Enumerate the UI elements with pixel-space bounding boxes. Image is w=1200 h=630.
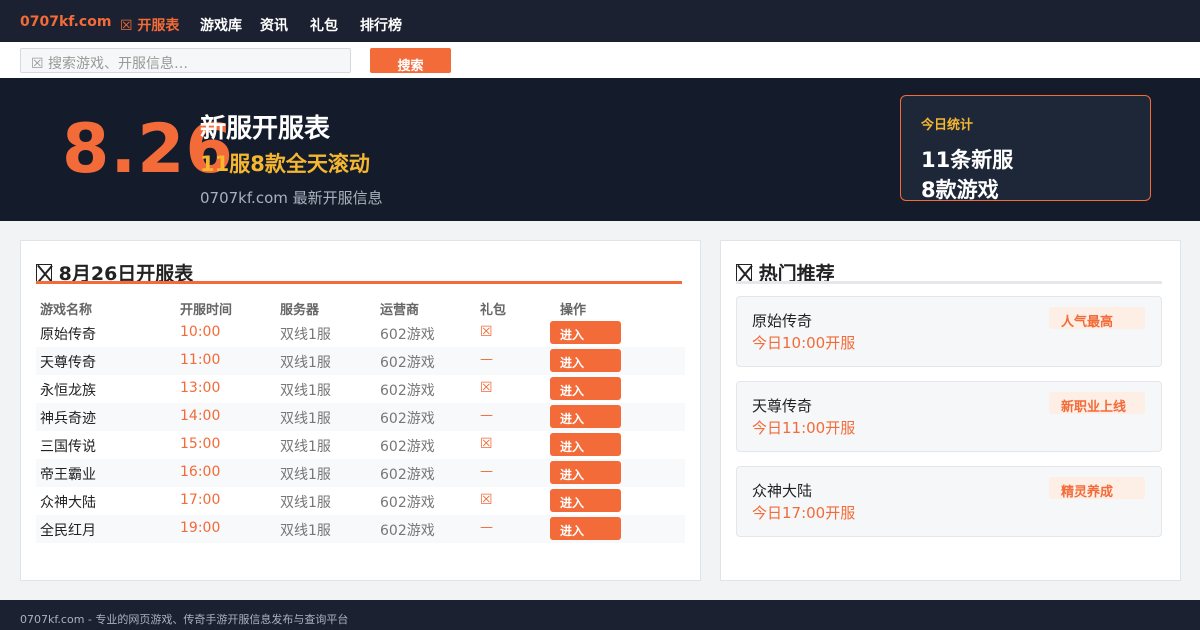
open-time: 11:00	[180, 352, 221, 368]
nav-item-gifts[interactable]: 礼包	[310, 15, 338, 35]
operator-name: 602游戏	[380, 411, 435, 427]
hot-game-name: 原始传奇	[752, 312, 813, 330]
game-name[interactable]: 原始传奇	[40, 324, 96, 344]
calendar-icon	[36, 264, 52, 282]
table-row: 永恒龙族 13:00 双线1服 602游戏 ☒ 进入	[36, 375, 685, 403]
operator-name: 602游戏	[380, 355, 435, 371]
enter-button[interactable]: 进入	[550, 377, 621, 400]
hot-game-time: 今日10:00开服	[752, 334, 856, 352]
col-header-gift: 礼包	[480, 303, 507, 318]
col-header-server: 服务器	[280, 303, 320, 318]
server-name: 双线1服	[280, 327, 331, 343]
open-time: 14:00	[180, 408, 221, 424]
enter-button[interactable]: 进入	[550, 517, 621, 540]
table-row: 神兵奇迹 14:00 双线1服 602游戏 — 进入	[36, 403, 685, 431]
open-time: 13:00	[180, 380, 221, 396]
open-time: 10:00	[180, 324, 221, 340]
server-name: 双线1服	[280, 467, 331, 483]
top-nav: 0707kf.com ☒ 开服表 游戏库 资讯 礼包 排行榜	[0, 0, 1200, 42]
gift-none-indicator: —	[480, 520, 493, 535]
title-divider	[36, 281, 682, 284]
operator-name: 602游戏	[380, 383, 435, 399]
hot-recommend-panel: 热门推荐 原始传奇 今日10:00开服 人气最高 天尊传奇 今日11:00开服 …	[720, 240, 1181, 581]
server-name: 双线1服	[280, 411, 331, 427]
nav-item-news[interactable]: 资讯	[260, 15, 288, 35]
schedule-panel: 8月26日开服表 游戏名称 开服时间 服务器 运营商 礼包 操作 原始传奇 10…	[20, 240, 701, 581]
nav-item-rankings[interactable]: 排行榜	[360, 15, 402, 35]
col-header-action: 操作	[560, 303, 587, 318]
table-row: 原始传奇 10:00 双线1服 602游戏 ☒ 进入	[36, 319, 685, 347]
open-time: 17:00	[180, 492, 221, 508]
enter-button[interactable]: 进入	[550, 433, 621, 456]
open-time: 15:00	[180, 436, 221, 452]
search-button[interactable]: 搜索	[370, 48, 451, 74]
stats-label: 今日统计	[921, 118, 974, 133]
table-row: 众神大陆 17:00 双线1服 602游戏 ☒ 进入	[36, 487, 685, 515]
search-bar: ☒ 搜索游戏、开服信息… 搜索	[0, 42, 1200, 78]
hot-game-card[interactable]: 天尊传奇 今日11:00开服 新职业上线	[736, 381, 1162, 452]
enter-button[interactable]: 进入	[550, 489, 621, 512]
footer-text: 0707kf.com - 专业的网页游戏、传奇手游开服信息发布与查询平台	[20, 613, 349, 626]
table-row: 天尊传奇 11:00 双线1服 602游戏 — 进入	[36, 347, 685, 375]
fire-icon	[736, 264, 752, 282]
table-row: 帝王霸业 16:00 双线1服 602游戏 — 进入	[36, 459, 685, 487]
hot-game-tag: 人气最高	[1049, 307, 1145, 330]
col-header-name: 游戏名称	[40, 303, 93, 318]
enter-button[interactable]: 进入	[550, 461, 621, 484]
game-name[interactable]: 众神大陆	[40, 492, 96, 512]
hot-game-name: 天尊传奇	[752, 397, 813, 415]
hot-game-time: 今日17:00开服	[752, 504, 856, 522]
operator-name: 602游戏	[380, 467, 435, 483]
game-name[interactable]: 神兵奇迹	[40, 408, 96, 428]
operator-name: 602游戏	[380, 439, 435, 455]
site-logo[interactable]: 0707kf.com	[20, 14, 111, 30]
server-name: 双线1服	[280, 439, 331, 455]
enter-button[interactable]: 进入	[550, 405, 621, 428]
hero-title: 新服开服表	[200, 114, 331, 144]
nav-item-game-library[interactable]: 游戏库	[200, 15, 242, 35]
gift-none-indicator: —	[480, 408, 493, 423]
table-row: 全民红月 19:00 双线1服 602游戏 — 进入	[36, 515, 685, 543]
table-row: 三国传说 15:00 双线1服 602游戏 ☒ 进入	[36, 431, 685, 459]
enter-button[interactable]: 进入	[550, 349, 621, 372]
game-name[interactable]: 三国传说	[40, 436, 96, 456]
footer: 0707kf.com - 专业的网页游戏、传奇手游开服信息发布与查询平台	[0, 600, 1200, 630]
game-name[interactable]: 帝王霸业	[40, 464, 96, 484]
game-name[interactable]: 永恒龙族	[40, 380, 96, 400]
open-time: 16:00	[180, 464, 221, 480]
gift-icon[interactable]: ☒	[480, 436, 493, 452]
operator-name: 602游戏	[380, 327, 435, 343]
server-name: 双线1服	[280, 523, 331, 539]
col-header-operator: 运营商	[380, 303, 420, 318]
gift-none-indicator: —	[480, 464, 493, 479]
operator-name: 602游戏	[380, 495, 435, 511]
hot-game-tag: 新职业上线	[1049, 392, 1145, 415]
stats-new-servers: 11条新服	[921, 148, 1014, 172]
title-divider	[736, 281, 1162, 284]
hot-game-name: 众神大陆	[752, 482, 813, 500]
hot-game-tag: 精灵养成	[1049, 477, 1145, 500]
gift-icon[interactable]: ☒	[480, 324, 493, 340]
game-name[interactable]: 天尊传奇	[40, 352, 96, 372]
server-name: 双线1服	[280, 383, 331, 399]
enter-button[interactable]: 进入	[550, 321, 621, 344]
hero-subtitle: 11服8款全天滚动	[200, 152, 370, 176]
gift-icon[interactable]: ☒	[480, 380, 493, 396]
stats-games: 8款游戏	[921, 178, 999, 202]
game-name[interactable]: 全民红月	[40, 520, 96, 540]
hot-game-card[interactable]: 众神大陆 今日17:00开服 精灵养成	[736, 466, 1162, 537]
search-input[interactable]: ☒ 搜索游戏、开服信息…	[20, 48, 351, 73]
gift-icon[interactable]: ☒	[480, 492, 493, 508]
open-time: 19:00	[180, 520, 221, 536]
today-stats-card: 今日统计 11条新服 8款游戏	[900, 95, 1151, 202]
hot-game-time: 今日11:00开服	[752, 419, 856, 437]
server-name: 双线1服	[280, 495, 331, 511]
nav-item-server-list[interactable]: ☒ 开服表	[120, 15, 179, 35]
col-header-time: 开服时间	[180, 303, 233, 318]
hero-site-line: 0707kf.com 最新开服信息	[200, 189, 383, 207]
hot-game-card[interactable]: 原始传奇 今日10:00开服 人气最高	[736, 296, 1162, 367]
gift-none-indicator: —	[480, 352, 493, 367]
server-name: 双线1服	[280, 355, 331, 371]
operator-name: 602游戏	[380, 523, 435, 539]
